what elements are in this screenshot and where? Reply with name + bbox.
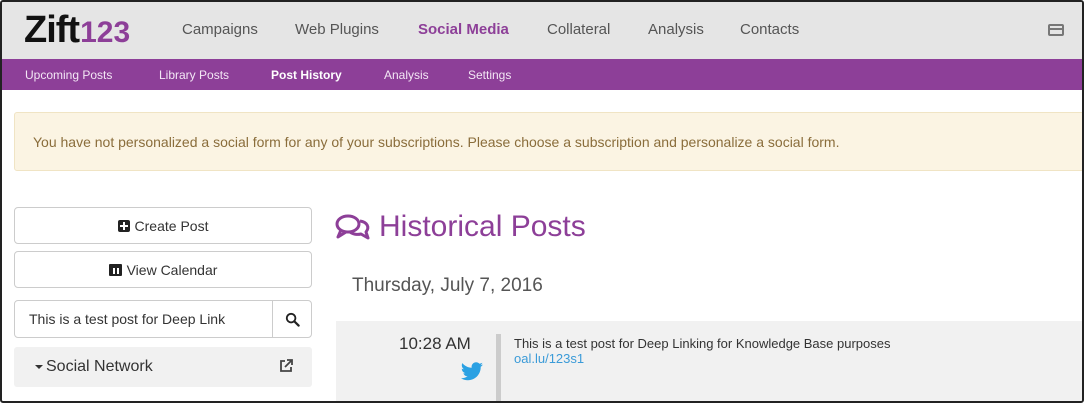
sub-nav: Upcoming Posts Library Posts Post Histor… <box>2 59 1082 90</box>
nav-web-plugins[interactable]: Web Plugins <box>295 21 379 38</box>
nav-campaigns[interactable]: Campaigns <box>182 21 258 38</box>
top-nav: Zift 123 Campaigns Web Plugins Social Me… <box>2 2 1082 59</box>
external-link-icon[interactable] <box>278 358 294 379</box>
nav-collateral[interactable]: Collateral <box>547 21 610 38</box>
app-window: Zift 123 Campaigns Web Plugins Social Me… <box>0 0 1084 403</box>
credit-card-icon[interactable] <box>1048 24 1064 36</box>
social-network-toggle[interactable]: Social Network <box>34 358 153 376</box>
logo-number: 123 <box>80 16 131 49</box>
twitter-icon <box>460 362 484 387</box>
nav-social-media[interactable]: Social Media <box>418 21 509 38</box>
caret-down-icon <box>35 365 43 369</box>
post-divider <box>496 334 501 401</box>
post-short-link[interactable]: oal.lu/123s1 <box>514 351 584 366</box>
tab-post-history[interactable]: Post History <box>271 68 342 82</box>
post-text: This is a test post for Deep Linking for… <box>514 336 891 351</box>
view-calendar-label: View Calendar <box>126 261 218 278</box>
alert-message: You have not personalized a social form … <box>33 134 840 150</box>
tab-library-posts[interactable]: Library Posts <box>159 68 229 82</box>
page-title-text: Historical Posts <box>379 210 586 243</box>
post-time: 10:28 AM <box>399 334 471 353</box>
tab-analysis[interactable]: Analysis <box>384 68 429 82</box>
social-network-panel: Social Network <box>14 347 312 387</box>
tab-upcoming-posts[interactable]: Upcoming Posts <box>25 68 112 82</box>
calendar-icon <box>108 263 122 276</box>
nav-contacts[interactable]: Contacts <box>740 21 799 38</box>
search-icon <box>285 312 300 327</box>
zift123-logo[interactable]: Zift 123 <box>24 8 130 52</box>
create-post-label: Create Post <box>134 217 209 234</box>
search-input[interactable] <box>15 301 273 337</box>
post-search <box>14 300 312 338</box>
logo-word: Zift <box>24 9 80 51</box>
comments-icon <box>335 214 370 240</box>
personalize-alert: You have not personalized a social form … <box>14 112 1082 171</box>
post-date-heading: Thursday, July 7, 2016 <box>352 275 543 296</box>
create-post-button[interactable]: Create Post <box>14 207 312 244</box>
plus-square-icon <box>117 219 130 232</box>
search-button[interactable] <box>273 301 311 337</box>
social-network-label: Social Network <box>46 358 153 375</box>
nav-analysis[interactable]: Analysis <box>648 21 704 38</box>
view-calendar-button[interactable]: View Calendar <box>14 251 312 288</box>
page-title: Historical Posts <box>335 207 586 247</box>
tab-settings[interactable]: Settings <box>468 68 511 82</box>
